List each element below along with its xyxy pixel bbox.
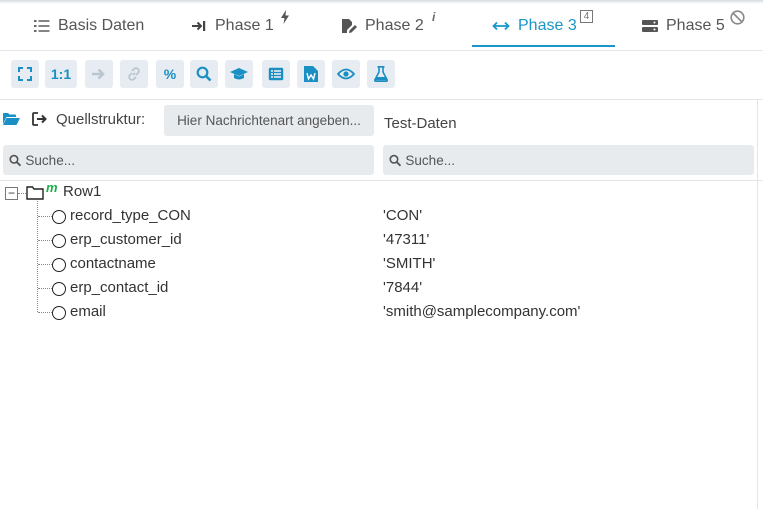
percent-icon: % bbox=[163, 66, 177, 82]
left-search-box bbox=[3, 145, 374, 175]
mapped-badge-icon: m bbox=[46, 180, 58, 195]
leaf-node-icon bbox=[52, 282, 66, 296]
word-export-button[interactable] bbox=[297, 60, 325, 88]
tab-basis-daten[interactable]: Basis Daten bbox=[34, 8, 144, 44]
tab-label: Phase 1 bbox=[215, 17, 274, 34]
tree-node-value: 'CON' bbox=[383, 207, 423, 224]
list-view-button[interactable] bbox=[262, 60, 290, 88]
graduation-cap-icon bbox=[230, 68, 248, 80]
tree-node-value: '7844' bbox=[383, 279, 423, 296]
tree-connector bbox=[18, 193, 26, 194]
message-type-button[interactable]: Hier Nachrichtenart angeben... bbox=[164, 105, 374, 136]
fullscreen-button[interactable] bbox=[11, 60, 39, 88]
right-search-box bbox=[383, 145, 754, 175]
toolbar: 1:1 % bbox=[0, 50, 763, 100]
link-button[interactable] bbox=[120, 60, 148, 88]
search-icon bbox=[389, 154, 402, 166]
server-icon bbox=[642, 20, 658, 32]
bolt-icon bbox=[281, 10, 289, 24]
tree-node-value: '47311' bbox=[383, 231, 430, 248]
file-word-icon bbox=[304, 66, 318, 82]
tree-connector bbox=[38, 216, 52, 217]
tree-root-row[interactable]: − m Row1 bbox=[0, 180, 763, 205]
tab-phase-5[interactable]: Phase 5 bbox=[642, 8, 745, 44]
tree-connector bbox=[38, 240, 52, 241]
graduation-cap-button[interactable] bbox=[225, 60, 253, 88]
phase-tabs: Basis Daten Phase 1 Phase 2 i Phase 3 4 bbox=[0, 0, 763, 50]
source-structure-row: Quellstruktur: Hier Nachrichtenart angeb… bbox=[0, 103, 763, 139]
tab-label: Phase 3 bbox=[518, 17, 577, 34]
collapse-toggle[interactable]: − bbox=[5, 187, 18, 200]
percent-button[interactable]: % bbox=[156, 60, 184, 88]
arrow-to-line-icon bbox=[192, 21, 206, 31]
tab-label: Phase 2 bbox=[365, 17, 424, 34]
test-data-label: Test-Daten bbox=[384, 115, 457, 132]
left-search-input[interactable] bbox=[25, 145, 374, 175]
leaf-node-icon bbox=[52, 306, 66, 320]
search-icon bbox=[9, 154, 22, 166]
tab-phase-3[interactable]: Phase 3 4 bbox=[492, 8, 593, 44]
leaf-node-icon bbox=[52, 234, 66, 248]
tree-node-label: erp_customer_id bbox=[70, 231, 182, 248]
list-icon bbox=[34, 20, 50, 32]
test-button[interactable] bbox=[367, 60, 395, 88]
tab-label: Basis Daten bbox=[58, 17, 145, 34]
folder-open-icon[interactable] bbox=[3, 112, 20, 126]
link-icon bbox=[128, 67, 140, 81]
expand-icon bbox=[18, 67, 32, 81]
tab-phase-2[interactable]: Phase 2 i bbox=[341, 8, 435, 44]
list-alt-icon bbox=[268, 67, 284, 81]
leaf-node-icon bbox=[52, 210, 66, 224]
tab-badge: i bbox=[432, 10, 436, 24]
tree-node-label: erp_contact_id bbox=[70, 279, 169, 296]
ban-icon bbox=[730, 10, 745, 25]
active-tab-underline bbox=[472, 45, 615, 47]
right-search-input[interactable] bbox=[405, 145, 754, 175]
sign-in-icon[interactable] bbox=[32, 112, 48, 126]
tree-node-label: email bbox=[70, 303, 106, 320]
tree-connector bbox=[38, 312, 52, 313]
preview-button[interactable] bbox=[332, 60, 360, 88]
tree-row[interactable]: erp_customer_id '47311' bbox=[0, 229, 763, 253]
leaf-node-icon bbox=[52, 258, 66, 272]
folder-icon bbox=[26, 186, 44, 200]
flask-icon bbox=[374, 66, 388, 82]
tree-row[interactable]: contactname 'SMITH' bbox=[0, 253, 763, 277]
tree-row[interactable]: record_type_CON 'CON' bbox=[0, 205, 763, 229]
source-structure-label: Quellstruktur: bbox=[56, 111, 146, 128]
eye-icon bbox=[337, 68, 355, 80]
arrow-right-icon bbox=[92, 68, 105, 80]
tab-phase-1[interactable]: Phase 1 bbox=[191, 8, 289, 44]
tree-node-label: record_type_CON bbox=[70, 207, 191, 224]
tree-node-value: 'SMITH' bbox=[383, 255, 436, 272]
tree-connector bbox=[38, 264, 52, 265]
arrow-right-button[interactable] bbox=[85, 60, 113, 88]
tree-node-label: contactname bbox=[70, 255, 156, 272]
tree-root-label: Row1 bbox=[63, 183, 102, 200]
tab-label: Phase 5 bbox=[666, 17, 725, 34]
tree-connector bbox=[38, 288, 52, 289]
one-to-one-button[interactable]: 1:1 bbox=[45, 60, 77, 88]
tab-badge: 4 bbox=[580, 10, 593, 23]
tree-row[interactable]: email 'smith@samplecompany.com' bbox=[0, 301, 763, 325]
search-button[interactable] bbox=[190, 60, 218, 88]
arrows-horizontal-icon bbox=[492, 21, 510, 31]
tree-node-value: 'smith@samplecompany.com' bbox=[383, 303, 581, 320]
file-edit-icon bbox=[342, 19, 357, 33]
search-icon bbox=[196, 66, 212, 82]
panel-edge bbox=[757, 100, 758, 509]
tree-row[interactable]: erp_contact_id '7844' bbox=[0, 277, 763, 301]
